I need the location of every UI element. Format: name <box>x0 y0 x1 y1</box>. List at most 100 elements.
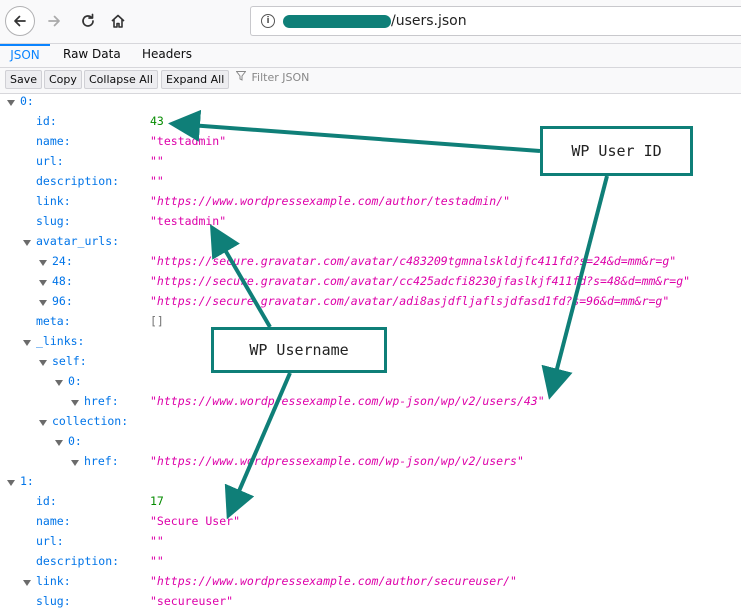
url-bar[interactable]: i /users.json <box>250 6 741 36</box>
json-toolbar: Save Copy Collapse All Expand All Filter… <box>0 68 741 94</box>
json-value: "testadmin" <box>150 214 227 228</box>
tree-row[interactable]: 0: <box>0 94 741 114</box>
expand-all-button[interactable]: Expand All <box>161 70 230 89</box>
info-icon[interactable]: i <box>261 14 275 28</box>
json-key: id: <box>36 114 57 128</box>
json-key: 24: <box>52 254 73 268</box>
forward-arrow-icon <box>48 15 60 27</box>
filter-json-input[interactable]: Filter JSON <box>236 71 309 89</box>
tree-row[interactable]: href: "https://www.wordpressexample.com/w… <box>0 394 741 414</box>
expand-toggle-icon[interactable] <box>71 460 79 466</box>
viewer-tabs: JSON Raw Data Headers <box>0 44 741 68</box>
url-path: /users.json <box>391 13 467 29</box>
expand-toggle-icon[interactable] <box>39 280 47 286</box>
json-key: name: <box>36 514 71 528</box>
json-value: "" <box>150 534 164 548</box>
json-key: _links: <box>36 334 85 348</box>
tree-row[interactable]: avatar_urls: <box>0 234 741 254</box>
json-key: name: <box>36 134 71 148</box>
reload-icon <box>82 13 94 27</box>
expand-toggle-icon[interactable] <box>7 100 15 106</box>
json-value: "Secure User" <box>150 514 241 528</box>
browser-toolbar: i /users.json <box>0 0 741 44</box>
url-redaction <box>283 15 391 28</box>
expand-toggle-icon[interactable] <box>23 580 31 586</box>
tree-row: name: "Secure User" <box>0 514 741 534</box>
tree-row: slug: "secureuser" <box>0 594 741 613</box>
tree-row[interactable]: 1: <box>0 474 741 494</box>
tab-raw-data[interactable]: Raw Data <box>63 47 121 61</box>
home-button[interactable] <box>103 6 133 36</box>
json-key: self: <box>52 354 87 368</box>
expand-toggle-icon[interactable] <box>39 420 47 426</box>
json-value: "" <box>150 154 164 168</box>
home-icon <box>111 14 125 28</box>
json-key: href: <box>84 394 119 408</box>
json-key: url: <box>36 154 64 168</box>
filter-icon <box>236 71 246 81</box>
tree-row[interactable]: href: "https://www.wordpressexample.com/w… <box>0 454 741 474</box>
expand-toggle-icon[interactable] <box>39 360 47 366</box>
json-key: 0: <box>20 94 34 108</box>
json-key: link: <box>36 194 71 208</box>
json-key: 0: <box>68 374 82 388</box>
collapse-all-button[interactable]: Collapse All <box>84 70 158 89</box>
tree-row[interactable]: 0: <box>0 374 741 394</box>
reload-button[interactable] <box>73 6 103 36</box>
json-key: slug: <box>36 594 71 608</box>
json-key: slug: <box>36 214 71 228</box>
json-value: "https://secure.gravatar.com/avatar/c483… <box>150 254 677 268</box>
json-key: meta: <box>36 314 71 328</box>
json-value: 17 <box>150 494 164 508</box>
json-key: avatar_urls: <box>36 234 120 248</box>
json-value: "https://www.wordpressexample.com/wp-jso… <box>150 454 524 468</box>
expand-toggle-icon[interactable] <box>23 340 31 346</box>
json-key: 0: <box>68 434 82 448</box>
json-value: "secureuser" <box>150 594 234 608</box>
expand-toggle-icon[interactable] <box>71 400 79 406</box>
tree-row[interactable]: 0: <box>0 434 741 454</box>
json-key: 1: <box>20 474 34 488</box>
json-key: id: <box>36 494 57 508</box>
filter-placeholder: Filter JSON <box>251 71 310 84</box>
tree-row[interactable]: link: "https://www.wordpressexample.com/a… <box>0 574 741 594</box>
json-key: link: <box>36 574 71 588</box>
json-value: "https://www.wordpressexample.com/wp-jso… <box>150 394 545 408</box>
expand-toggle-icon[interactable] <box>7 480 15 486</box>
json-key: 96: <box>52 294 73 308</box>
json-key: 48: <box>52 274 73 288</box>
json-key: collection: <box>52 414 129 428</box>
expand-toggle-icon[interactable] <box>55 380 63 386</box>
json-value: "" <box>150 174 164 188</box>
forward-button[interactable] <box>39 6 69 36</box>
save-button[interactable]: Save <box>5 70 43 89</box>
json-key: href: <box>84 454 119 468</box>
json-key: url: <box>36 534 64 548</box>
json-value: "" <box>150 554 164 568</box>
back-arrow-icon <box>14 15 26 27</box>
json-value: "https://www.wordpressexample.com/author… <box>150 194 511 208</box>
json-value: "https://secure.gravatar.com/avatar/cc42… <box>150 274 691 288</box>
back-button[interactable] <box>5 6 35 36</box>
tab-headers[interactable]: Headers <box>142 47 192 61</box>
tree-row: id: 17 <box>0 494 741 514</box>
tree-row[interactable]: 48: "https://secure.gravatar.com/avatar/c… <box>0 274 741 294</box>
json-value: "https://secure.gravatar.com/avatar/adi8… <box>150 294 670 308</box>
tree-row: description: "" <box>0 554 741 574</box>
tree-row[interactable]: collection: <box>0 414 741 434</box>
tree-row[interactable]: 24: "https://secure.gravatar.com/avatar/c… <box>0 254 741 274</box>
tree-row[interactable]: 96: "https://secure.gravatar.com/avatar/a… <box>0 294 741 314</box>
tree-row: link: "https://www.wordpressexample.com/a… <box>0 194 741 214</box>
expand-toggle-icon[interactable] <box>39 260 47 266</box>
wp-username-callout: WP Username <box>211 327 387 373</box>
expand-toggle-icon[interactable] <box>23 240 31 246</box>
json-value: 43 <box>150 114 164 128</box>
expand-toggle-icon[interactable] <box>55 440 63 446</box>
wp-user-id-callout: WP User ID <box>540 126 693 176</box>
tab-json[interactable]: JSON <box>0 44 50 67</box>
tree-row: url: "" <box>0 534 741 554</box>
json-key: description: <box>36 174 120 188</box>
copy-button[interactable]: Copy <box>44 70 82 89</box>
json-value: [] <box>150 314 164 328</box>
expand-toggle-icon[interactable] <box>39 300 47 306</box>
